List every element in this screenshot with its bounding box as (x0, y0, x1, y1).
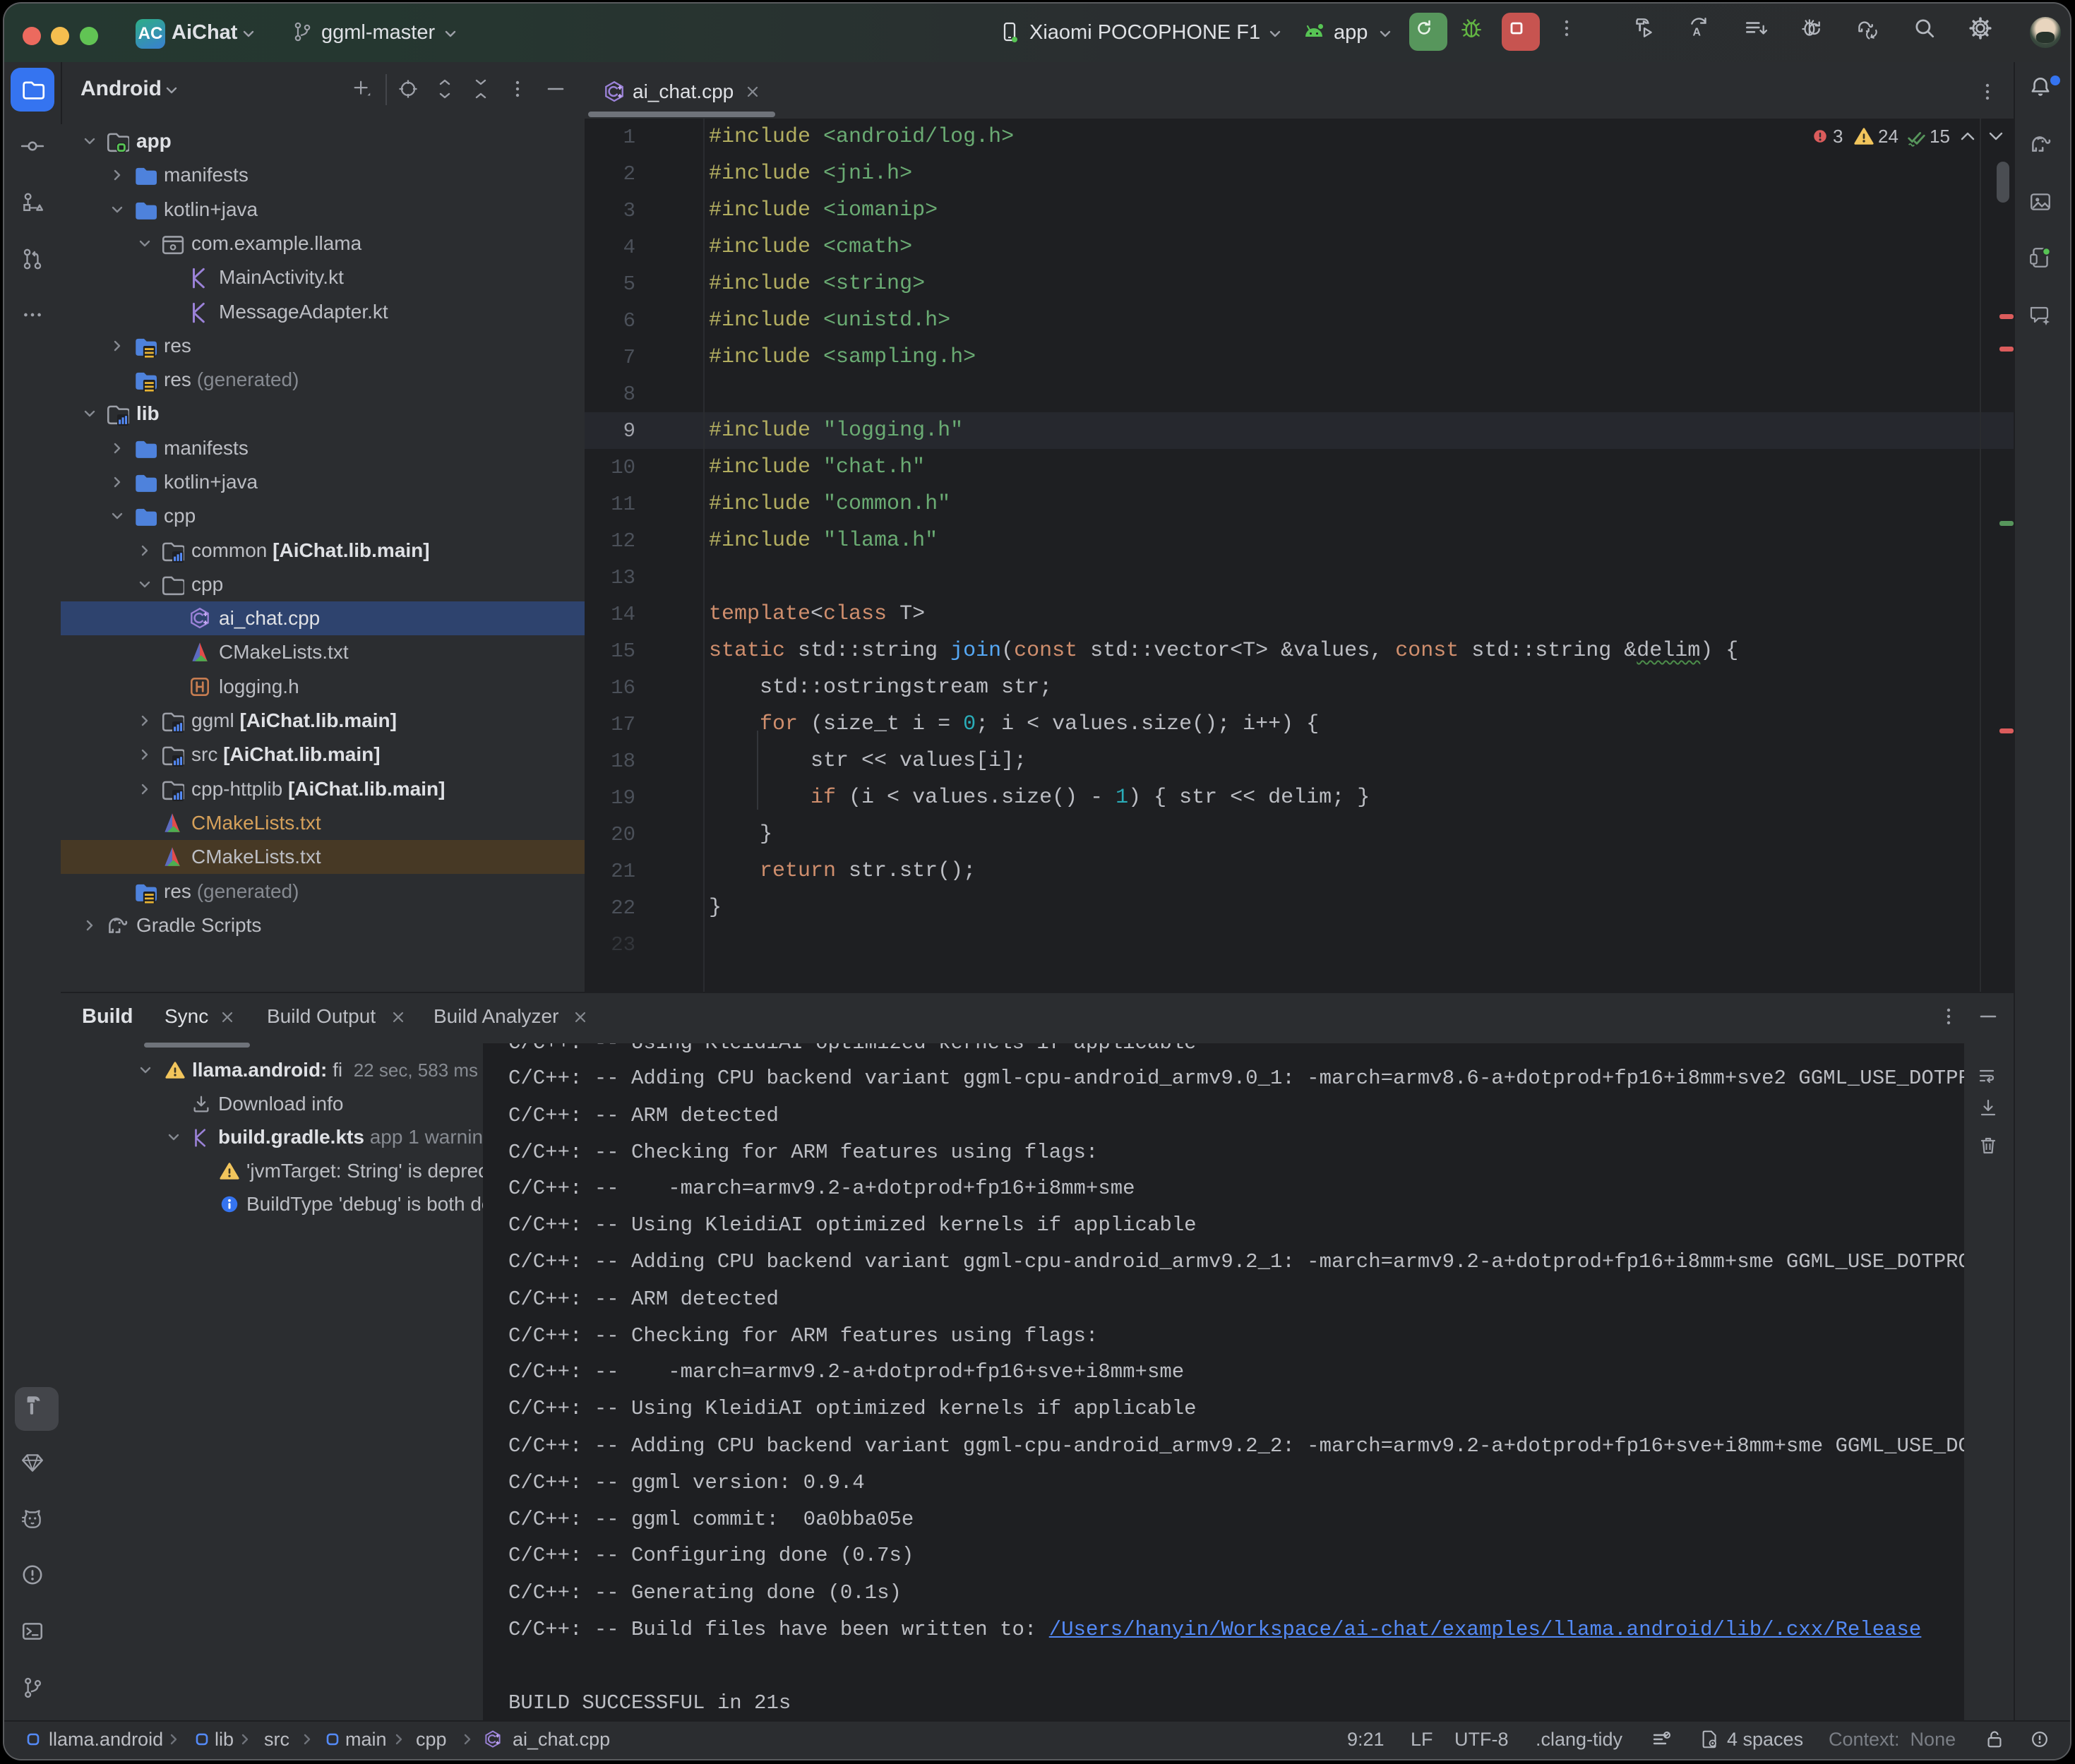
svg-text:A: A (1692, 27, 1701, 39)
